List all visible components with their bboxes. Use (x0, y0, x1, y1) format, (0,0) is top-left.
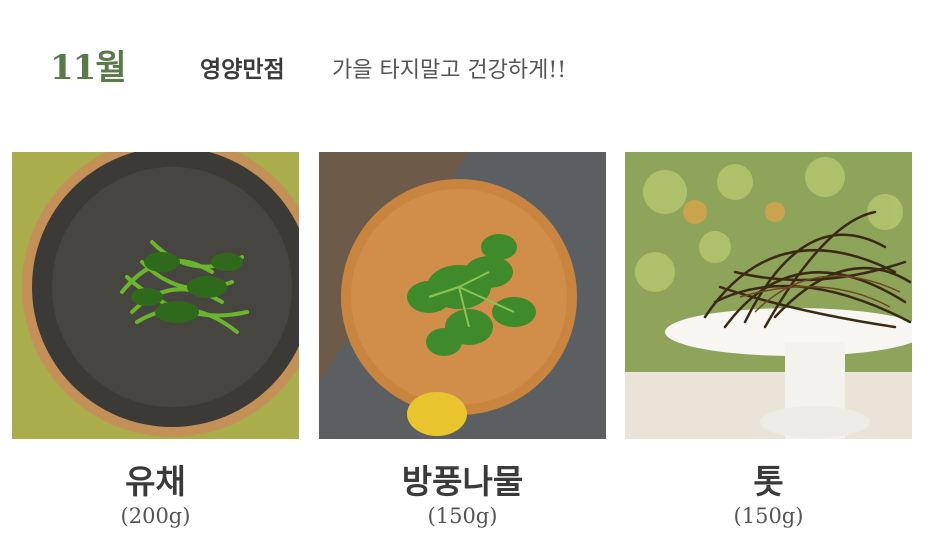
food-card-yuchae: 유채 (200g) (12, 152, 299, 528)
food-name: 톳 (753, 462, 784, 501)
food-name: 방풍나물 (401, 462, 524, 501)
food-weight: (150g) (427, 504, 498, 528)
food-card-tot: 톳 (150g) (625, 152, 912, 528)
food-photo-tot (625, 152, 912, 439)
food-weight: (200g) (120, 504, 191, 528)
food-photo-yuchae (12, 152, 299, 439)
page-subtitle: 가을 타지말고 건강하게!! (332, 58, 567, 83)
month-label: 11월 (50, 48, 127, 88)
food-weight: (150g) (733, 504, 804, 528)
food-name: 유채 (125, 462, 186, 501)
food-photo-bangpung (319, 152, 606, 439)
page-header: 11월 영양만점 가을 타지말고 건강하게!! (0, 0, 929, 110)
food-card-bangpung: 방풍나물 (150g) (319, 152, 606, 528)
page-title: 영양만점 (200, 56, 285, 83)
